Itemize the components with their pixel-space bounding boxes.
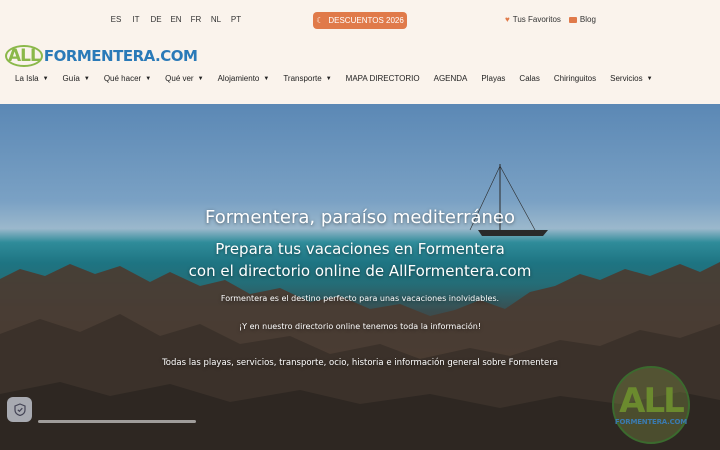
chevron-down-icon: ▼ — [325, 75, 332, 82]
lang-nl[interactable]: NL — [206, 15, 226, 24]
top-links: ♥ Tus Favoritos Blog — [505, 15, 596, 24]
carousel-scrollbar[interactable] — [38, 420, 196, 423]
chevron-down-icon: ▼ — [263, 75, 270, 82]
watermark-formentera-text: FORMENTERA.COM — [614, 418, 688, 426]
blog-link[interactable]: Blog — [568, 15, 596, 24]
nav-label: MAPA DIRECTORIO — [345, 74, 420, 83]
watermark-all-text: ALL — [619, 381, 685, 421]
nav-que-hacer[interactable]: Qué hacer ▼ — [104, 74, 151, 83]
hero-paragraph-3: Todas las playas, servicios, transporte,… — [162, 358, 558, 368]
nav-servicios[interactable]: Servicios ▼ — [610, 74, 652, 83]
nav-label: La Isla — [15, 74, 39, 83]
discounts-button[interactable]: ☾ DESCUENTOS 2026 — [313, 12, 407, 29]
hero-paragraph-2: ¡Y en nuestro directorio online tenemos … — [238, 322, 482, 331]
hero-title: Formentera, paraíso mediterráneo — [204, 207, 515, 228]
blog-label: Blog — [579, 15, 596, 24]
watermark-logo: ALL FORMENTERA.COM — [612, 366, 690, 444]
nav-calas[interactable]: Calas — [519, 74, 539, 83]
heart-icon: ♥ — [505, 15, 510, 24]
privacy-shield-button[interactable] — [7, 397, 32, 422]
language-selector: ES IT DE EN FR NL PT — [106, 15, 246, 24]
nav-alojamiento[interactable]: Alojamiento ▼ — [218, 74, 270, 83]
nav-transporte[interactable]: Transporte ▼ — [283, 74, 331, 83]
nav-chiringuitos[interactable]: Chiringuitos — [554, 74, 596, 83]
lang-fr[interactable]: FR — [186, 15, 206, 24]
chevron-down-icon: ▼ — [42, 75, 49, 82]
nav-guia[interactable]: Guía ▼ — [63, 74, 90, 83]
top-bar: ES IT DE EN FR NL PT ☾ DESCUENTOS 2026 ♥… — [0, 0, 720, 104]
nav-playas[interactable]: Playas — [481, 74, 505, 83]
nav-mapa-directorio[interactable]: MAPA DIRECTORIO — [346, 74, 420, 83]
site-logo[interactable]: ALL FORMENTERA.COM — [5, 45, 198, 67]
chevron-down-icon: ▼ — [83, 75, 90, 82]
nav-agenda[interactable]: AGENDA — [434, 74, 468, 83]
discounts-label: DESCUENTOS 2026 — [328, 16, 404, 25]
shield-icon — [13, 403, 26, 416]
nav-label: Calas — [519, 74, 540, 83]
hero-subtitle-line2: con el directorio online de AllFormenter… — [188, 262, 532, 280]
lang-de[interactable]: DE — [146, 15, 166, 24]
nav-label: Guía — [62, 74, 80, 83]
lang-it[interactable]: IT — [126, 15, 146, 24]
nav-label: Alojamiento — [217, 74, 260, 83]
hero-banner: Formentera, paraíso mediterráneo Prepara… — [0, 104, 720, 450]
nav-que-ver[interactable]: Qué ver ▼ — [165, 74, 203, 83]
nav-label: Playas — [481, 74, 506, 83]
nav-label: Qué hacer — [103, 74, 142, 83]
lang-es[interactable]: ES — [106, 15, 126, 24]
nav-label: Chiringuitos — [553, 74, 597, 83]
nav-label: AGENDA — [433, 74, 468, 83]
chevron-down-icon: ▼ — [197, 75, 204, 82]
hero-subtitle-line1: Prepara tus vacaciones en Formentera — [215, 240, 505, 258]
lang-pt[interactable]: PT — [226, 15, 246, 24]
nav-label: Transporte — [283, 74, 322, 83]
main-nav: La Isla ▼ Guía ▼ Qué hacer ▼ Qué ver ▼ Aloja… — [15, 74, 653, 83]
nav-la-isla[interactable]: La Isla ▼ — [15, 74, 49, 83]
lang-en[interactable]: EN — [166, 15, 186, 24]
nav-label: Qué ver — [165, 74, 194, 83]
nav-label: Servicios — [610, 74, 643, 83]
chevron-down-icon: ▼ — [145, 75, 152, 82]
favorites-label: Tus Favoritos — [512, 15, 561, 24]
hero-paragraph-1: Formentera es el destino perfecto para u… — [220, 294, 500, 303]
favorites-link[interactable]: ♥ Tus Favoritos — [505, 15, 561, 24]
chevron-down-icon: ▼ — [646, 75, 653, 82]
moon-icon: ☾ — [316, 16, 324, 25]
logo-formentera-text: FORMENTERA.COM — [43, 47, 198, 65]
logo-all-text: ALL — [5, 45, 43, 67]
blog-icon — [568, 16, 577, 23]
